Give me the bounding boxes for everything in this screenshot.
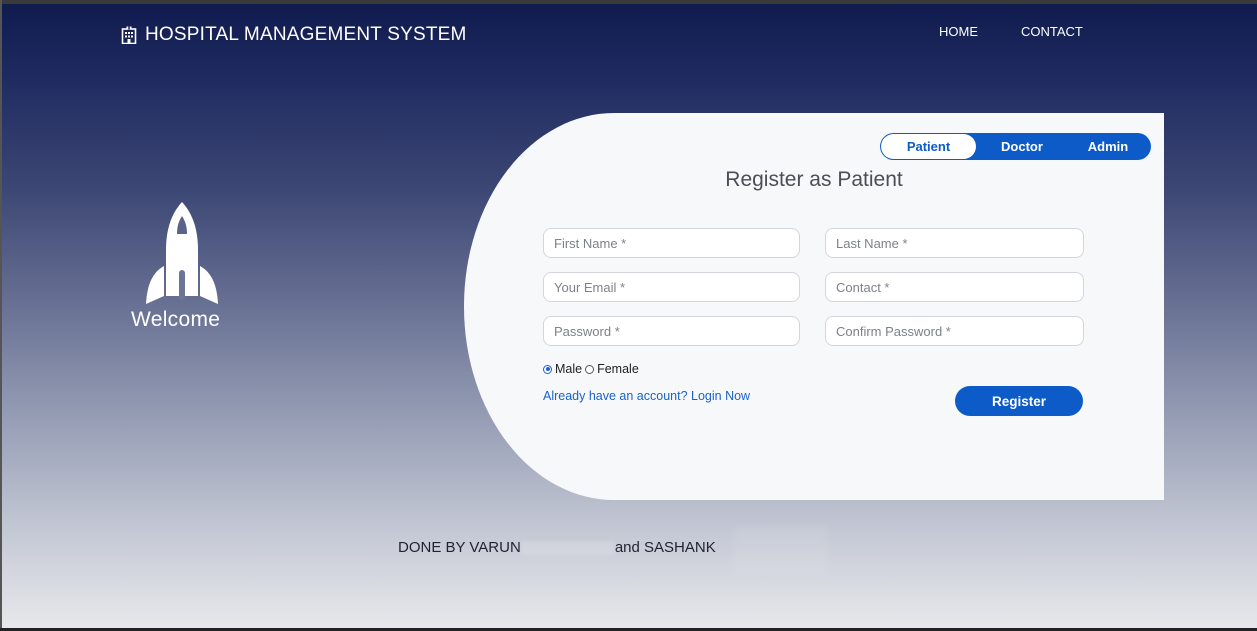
first-name-field[interactable] [543, 228, 800, 258]
tab-doctor[interactable]: Doctor [990, 133, 1054, 160]
tab-patient[interactable]: Patient [881, 134, 976, 159]
brand-title: HOSPITAL MANAGEMENT SYSTEM [145, 24, 467, 45]
redacted-text [520, 541, 615, 556]
male-radio[interactable] [543, 364, 552, 374]
nav-contact-link[interactable]: CONTACT [1021, 24, 1083, 39]
register-button[interactable]: Register [955, 386, 1083, 416]
login-now-link[interactable]: Already have an account? Login Now [543, 389, 750, 403]
navbar-brand[interactable]: HOSPITAL MANAGEMENT SYSTEM [121, 23, 467, 47]
email-field[interactable] [543, 272, 800, 302]
redacted-area [733, 526, 828, 574]
contact-field[interactable] [825, 272, 1084, 302]
welcome-text: Welcome [131, 308, 221, 331]
role-tabs: Patient Doctor Admin [880, 133, 1151, 160]
male-label[interactable]: Male [555, 362, 582, 376]
female-label[interactable]: Female [597, 362, 639, 376]
footer-credits: DONE BY VARUN and SASHANK [398, 539, 716, 556]
female-radio[interactable] [585, 364, 595, 374]
gender-radio-group: Male Female [543, 362, 642, 376]
footer-credit-sashank: and SASHANK [614, 539, 716, 556]
tab-admin[interactable]: Admin [1076, 133, 1140, 160]
password-field[interactable] [543, 316, 800, 346]
window-left-border [0, 0, 2, 631]
form-title: Register as Patient [725, 168, 903, 191]
hospital-building-icon [121, 26, 137, 44]
confirm-password-field[interactable] [825, 316, 1084, 346]
last-name-field[interactable] [825, 228, 1084, 258]
footer-credit-varun: DONE BY VARUN [398, 539, 521, 556]
window-top-border [0, 0, 1257, 4]
nav-home-link[interactable]: HOME [939, 24, 978, 39]
rocket-icon [143, 200, 221, 311]
